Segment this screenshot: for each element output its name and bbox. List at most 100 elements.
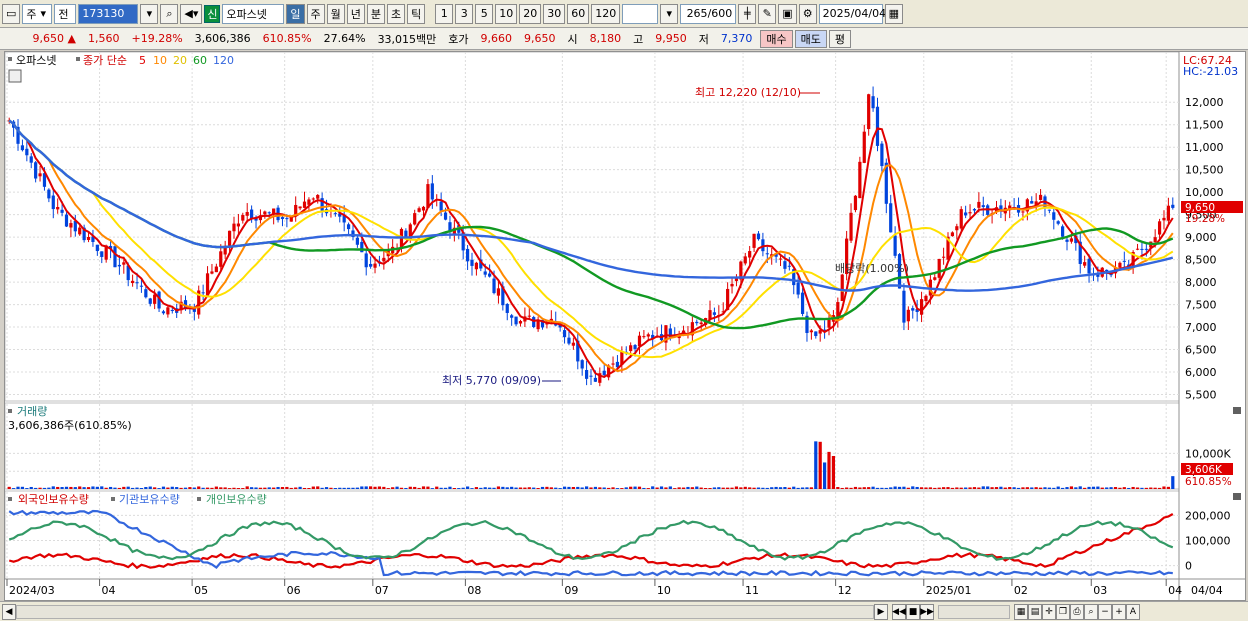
interval-120[interactable]: 120	[591, 3, 621, 24]
volume-bar	[845, 487, 849, 489]
tab-day[interactable]: 일	[286, 3, 305, 24]
scroll-track[interactable]	[16, 604, 874, 619]
price-tick-label: 8,000	[1185, 276, 1217, 289]
tab-tick[interactable]: 틱	[407, 3, 426, 24]
date-field[interactable]: 2025/04/04	[818, 3, 886, 24]
candle-body	[285, 218, 289, 220]
volume-bar	[47, 487, 51, 489]
chart-scrollbar[interactable]: ◀ ▶ ◀◀ ■ ▶▶ ▦ ▤ ✛ ❐ ⎙ ⌕ − + A	[0, 601, 1248, 621]
tab-second[interactable]: 초	[387, 3, 406, 24]
prefix-select[interactable]: 전	[54, 3, 77, 24]
stock-chart[interactable]: 12,00011,50011,00010,50010,0009,5009,000…	[4, 51, 1245, 600]
candle-body	[346, 224, 351, 230]
volume-bar	[351, 487, 355, 489]
volume-bar	[1061, 487, 1065, 489]
volume-bar	[1065, 487, 1069, 489]
price-tick-label: 5,500	[1185, 389, 1217, 402]
volume-bar	[1016, 487, 1021, 489]
zoom-in-icon[interactable]: +	[1112, 603, 1126, 620]
sell-button[interactable]: 매도	[794, 29, 827, 48]
volume-bar	[294, 487, 298, 489]
close-icon[interactable]	[1233, 407, 1241, 414]
volume-bar	[1069, 486, 1074, 489]
interval-10[interactable]: 10	[495, 3, 518, 24]
scroll-left-icon[interactable]: ◀	[2, 603, 16, 620]
tab-month[interactable]: 월	[326, 3, 345, 24]
data-count-field[interactable]: 265/600	[680, 3, 737, 24]
volume-bar	[558, 488, 562, 489]
volume-bar	[461, 487, 465, 489]
interval-60[interactable]: 60	[567, 3, 590, 24]
chart-area[interactable]: 12,000 11,500 11,000 10,500 10,000 9,500 9,000…	[4, 51, 1246, 601]
interval-3[interactable]: 3	[455, 3, 474, 24]
candle-body	[787, 265, 791, 267]
tab-minute[interactable]: 분	[366, 3, 386, 24]
calendar-icon[interactable]: ▦	[884, 3, 904, 24]
volume-bar	[25, 488, 29, 489]
volume-bar	[955, 487, 959, 489]
volume-bar	[928, 487, 932, 489]
volume-bar	[902, 486, 906, 489]
interval-30[interactable]: 30	[543, 3, 566, 24]
save-icon[interactable]: ▣	[778, 3, 797, 24]
chevron-down-icon[interactable]: ▾	[140, 3, 159, 24]
volume-bar	[629, 486, 633, 489]
crosshair-icon[interactable]: ✛	[1042, 603, 1056, 620]
volume-tick-label: 10,000K	[1185, 447, 1231, 460]
legend-stock-name: 오파스넷	[16, 54, 56, 67]
volume-bar	[668, 486, 672, 489]
zoom-slider[interactable]	[938, 604, 1010, 619]
volume-bar	[1003, 487, 1007, 489]
interval-custom-input[interactable]	[622, 3, 659, 24]
close-icon[interactable]	[1233, 493, 1241, 500]
search-icon[interactable]: ⌕	[160, 3, 179, 24]
volume-bar	[822, 462, 827, 489]
layout-icon[interactable]: ▤	[1028, 603, 1042, 620]
volume-bar	[316, 486, 320, 489]
volume-bar	[510, 486, 514, 489]
grid-icon[interactable]: ▦	[1014, 603, 1028, 620]
window-icon[interactable]: ▭	[2, 3, 21, 24]
chevron-down-icon[interactable]: ▾	[660, 3, 679, 24]
hc-value: HC:-21.03	[1183, 65, 1238, 78]
candle-body	[214, 266, 218, 273]
interval-1[interactable]: 1	[435, 3, 454, 24]
candle-icon[interactable]: ╪	[738, 3, 757, 24]
volume-bar	[884, 487, 888, 489]
volume-bar	[593, 486, 598, 489]
print-icon[interactable]: ⎙	[1070, 603, 1084, 620]
candle-body	[889, 203, 893, 233]
market-select[interactable]: 주 ▾	[22, 3, 53, 24]
tab-week[interactable]: 주	[306, 3, 325, 24]
candle-body	[131, 280, 135, 284]
volume-bar	[1038, 487, 1043, 489]
font-icon[interactable]: A	[1126, 603, 1140, 620]
candle-body	[730, 283, 734, 287]
stock-name-field[interactable]: 오파스넷	[222, 3, 285, 24]
candle-body	[968, 212, 972, 214]
zoom-icon[interactable]: ⌕	[1084, 603, 1098, 620]
stop-icon[interactable]: ■	[906, 603, 920, 620]
buy-button[interactable]: 매수	[760, 29, 793, 48]
tab-year[interactable]: 년	[346, 3, 365, 24]
up-arrow-icon: ▲	[67, 32, 76, 45]
interval-20[interactable]: 20	[519, 3, 542, 24]
stock-code-input[interactable]: 173130	[78, 3, 139, 24]
calendar-icon[interactable]	[8, 69, 22, 83]
volume-bar	[809, 487, 813, 489]
zoom-out-icon[interactable]: −	[1098, 603, 1112, 620]
speaker-icon[interactable]: ◀▾	[180, 3, 203, 24]
eval-button[interactable]: 평	[828, 29, 852, 48]
gear-icon[interactable]: ⚙	[798, 3, 817, 24]
forward-icon[interactable]: ▶▶	[920, 603, 934, 620]
interval-5[interactable]: 5	[475, 3, 494, 24]
candle-body	[977, 201, 981, 208]
scroll-right-icon[interactable]: ▶	[874, 603, 888, 620]
volume-bar	[166, 487, 170, 489]
volume-bar	[796, 487, 800, 489]
volume-bar	[871, 486, 875, 489]
copy-icon[interactable]: ❐	[1056, 603, 1070, 620]
volume-bar	[576, 486, 580, 489]
rewind-icon[interactable]: ◀◀	[892, 603, 906, 620]
draw-tool-icon[interactable]: ✎	[758, 3, 777, 24]
